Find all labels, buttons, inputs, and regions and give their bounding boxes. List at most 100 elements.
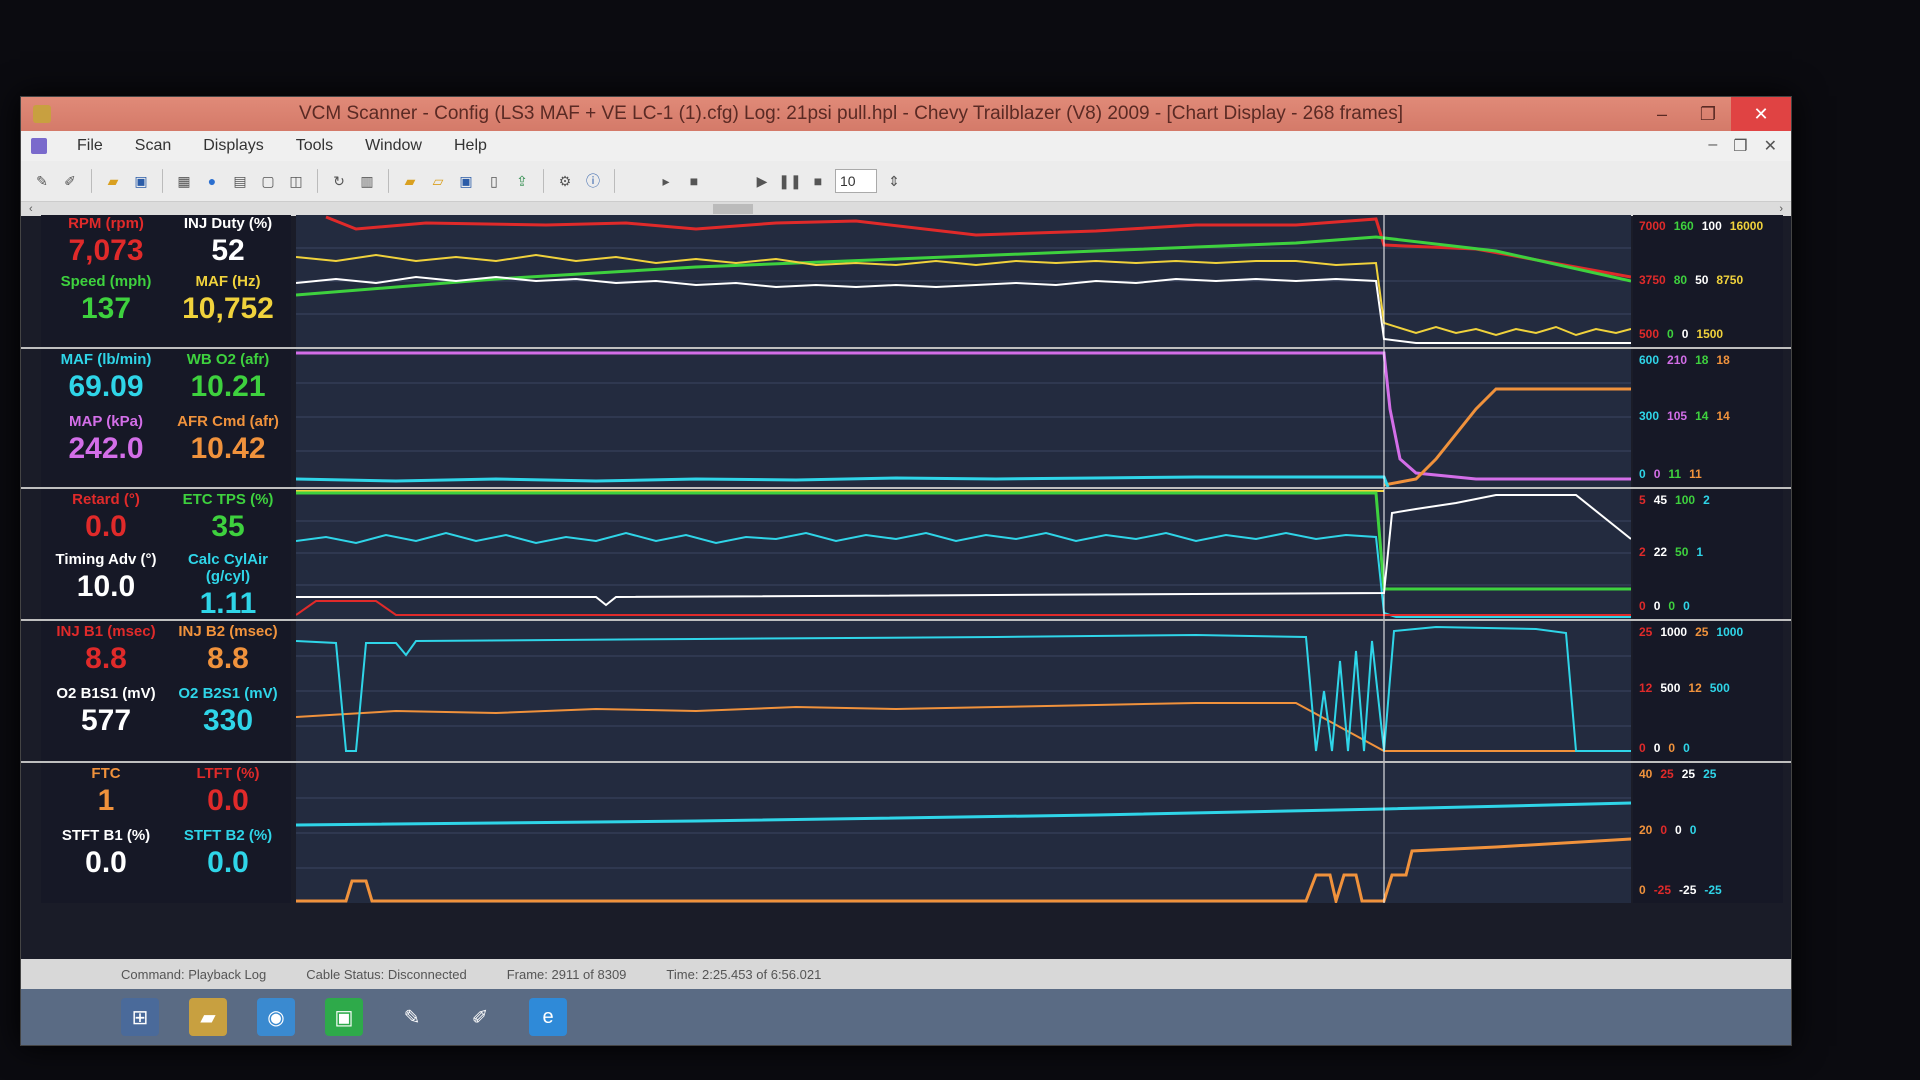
scale-label: 25 xyxy=(1660,767,1674,781)
scale-row-bottom: 0 -25 -25 -25 xyxy=(1639,883,1722,897)
pencil-icon[interactable]: ✎ xyxy=(31,170,53,192)
maf-hz-trace xyxy=(296,253,1631,337)
open-folder-icon[interactable]: ▰ xyxy=(102,170,124,192)
readout-value: 1 xyxy=(97,784,115,817)
title-bar[interactable]: VCM Scanner - Config (LS3 MAF + VE LC-1 … xyxy=(21,97,1791,131)
scroll-right-icon[interactable]: › xyxy=(1779,203,1783,215)
plot-area[interactable] xyxy=(296,489,1631,619)
spinner-icon[interactable]: ⇕ xyxy=(883,170,905,192)
tools-icon[interactable]: ✎ xyxy=(393,998,431,1036)
split-icon[interactable]: ◫ xyxy=(285,170,307,192)
plot-area[interactable] xyxy=(296,763,1631,903)
pen-icon[interactable]: ✐ xyxy=(59,170,81,192)
scale-label: 25 xyxy=(1681,767,1696,781)
restore-button[interactable]: ❐ xyxy=(1685,97,1731,131)
scale-label: 0 xyxy=(1683,599,1690,613)
scale-label: 16000 xyxy=(1729,219,1764,233)
scroll-thumb[interactable] xyxy=(712,204,753,214)
scale-label: 25 xyxy=(1639,625,1653,639)
readout-label: STFT B1 (%) xyxy=(61,827,151,844)
pause-icon[interactable]: ❚❚ xyxy=(778,170,801,192)
horizontal-scrollbar[interactable]: ‹ › xyxy=(21,202,1791,216)
stop-icon[interactable]: ■ xyxy=(683,170,705,192)
readout-retard: Retard (°) 0.0 xyxy=(47,491,165,544)
menu-file[interactable]: File xyxy=(61,137,119,155)
menu-displays[interactable]: Displays xyxy=(187,137,279,155)
scale-box: 25 1000 25 1000 12 500 12 500 0 0 0 0 xyxy=(1633,621,1783,761)
chart-panel-1: RPM (rpm) 7,073 INJ Duty (%) 52 Speed (m… xyxy=(21,215,1791,349)
scale-row-mid: 20 0 0 0 xyxy=(1639,823,1696,837)
menu-tools[interactable]: Tools xyxy=(280,137,349,155)
browser-icon[interactable]: ◉ xyxy=(257,998,295,1036)
info-icon[interactable]: ⓘ xyxy=(582,170,604,192)
window-icon[interactable]: ▢ xyxy=(257,170,279,192)
scale-label: 0 xyxy=(1675,823,1682,837)
table-icon[interactable]: ▤ xyxy=(229,170,251,192)
inj-b2-trace xyxy=(296,702,1631,752)
globe-icon[interactable]: ● xyxy=(201,170,223,192)
status-time: Time: 2:25.453 of 6:56.021 xyxy=(666,966,822,982)
readout-value: 137 xyxy=(80,292,132,325)
document-icon[interactable] xyxy=(31,138,47,154)
scale-label: 2 xyxy=(1703,493,1710,507)
mdi-close-button[interactable]: ✕ xyxy=(1764,136,1777,156)
close-button[interactable]: ✕ xyxy=(1731,97,1791,131)
readout-label: Speed (mph) xyxy=(60,273,152,290)
taskbar: ⊞ ▰ ◉ ▣ ✎ ✐ e xyxy=(21,989,1791,1045)
mdi-restore-button[interactable]: ❐ xyxy=(1733,136,1747,156)
save-icon[interactable]: ▣ xyxy=(130,170,152,192)
scroll-left-icon[interactable]: ‹ xyxy=(29,203,33,215)
readout-value: 0.0 xyxy=(85,846,127,879)
open-log-icon[interactable]: ▰ xyxy=(399,170,421,192)
play-icon[interactable]: ▸ xyxy=(655,170,677,192)
scale-label: 2 xyxy=(1639,545,1646,559)
stft-b2-trace xyxy=(296,801,1631,827)
frames-input[interactable]: 10 xyxy=(835,169,877,193)
scale-label: 1000 xyxy=(1660,625,1688,639)
internet-explorer-icon[interactable]: e xyxy=(529,998,567,1036)
scale-row-bottom: 500 0 0 1500 xyxy=(1639,327,1723,341)
scale-label: 7000 xyxy=(1639,219,1666,233)
playback-stop-icon[interactable]: ■ xyxy=(807,170,829,192)
editor-icon[interactable]: ✐ xyxy=(461,998,499,1036)
chart-panel-3: Retard (°) 0.0 ETC TPS (%) 35 Timing Adv… xyxy=(21,489,1791,621)
plot-area[interactable] xyxy=(296,215,1631,347)
page-icon[interactable]: ▯ xyxy=(483,170,505,192)
chart-icon[interactable]: ▥ xyxy=(356,170,378,192)
toolbar-separator xyxy=(162,169,163,193)
store-icon[interactable]: ▣ xyxy=(325,998,363,1036)
save-log-icon[interactable]: ▣ xyxy=(455,170,477,192)
menu-help[interactable]: Help xyxy=(438,137,503,155)
connect-icon[interactable]: ⚙ xyxy=(554,170,576,192)
scale-label: -25 xyxy=(1704,883,1722,897)
scale-label: 300 xyxy=(1639,409,1660,423)
export-icon[interactable]: ⇪ xyxy=(511,170,533,192)
menu-scan[interactable]: Scan xyxy=(119,137,187,155)
scale-label: 0 xyxy=(1639,741,1646,755)
readout-box: RPM (rpm) 7,073 INJ Duty (%) 52 Speed (m… xyxy=(41,215,291,347)
file-explorer-icon[interactable]: ▰ xyxy=(189,998,227,1036)
scale-label: 160 xyxy=(1673,219,1694,233)
chart-panel-4: INJ B1 (msec) 8.8 INJ B2 (msec) 8.8 O2 B… xyxy=(21,621,1791,763)
readout-box: INJ B1 (msec) 8.8 INJ B2 (msec) 8.8 O2 B… xyxy=(41,621,291,761)
mdi-minimize-button[interactable]: – xyxy=(1708,136,1717,156)
readout-value: 330 xyxy=(202,704,254,737)
scale-label: 5 xyxy=(1639,493,1646,507)
menu-window[interactable]: Window xyxy=(349,137,438,155)
toolbar-separator xyxy=(614,169,615,193)
chart-display: RPM (rpm) 7,073 INJ Duty (%) 52 Speed (m… xyxy=(21,215,1791,955)
plot-area[interactable] xyxy=(296,349,1631,487)
grid-icon[interactable]: ▦ xyxy=(173,170,195,192)
scale-row-mid: 300 105 14 14 xyxy=(1639,409,1730,423)
ftc-trace xyxy=(296,837,1631,903)
start-icon[interactable]: ⊞ xyxy=(121,998,159,1036)
playback-play-icon[interactable]: ▶ xyxy=(751,170,773,192)
plot-svg xyxy=(296,349,1631,487)
minimize-button[interactable]: – xyxy=(1639,97,1685,131)
refresh-icon[interactable]: ↻ xyxy=(328,170,350,192)
folder-icon[interactable]: ▱ xyxy=(427,170,449,192)
status-bar: Command: Playback Log Cable Status: Disc… xyxy=(21,959,1791,989)
scale-label: 0 xyxy=(1689,823,1697,837)
scale-row-mid: 12 500 12 500 xyxy=(1639,681,1730,695)
plot-area[interactable] xyxy=(296,621,1631,761)
